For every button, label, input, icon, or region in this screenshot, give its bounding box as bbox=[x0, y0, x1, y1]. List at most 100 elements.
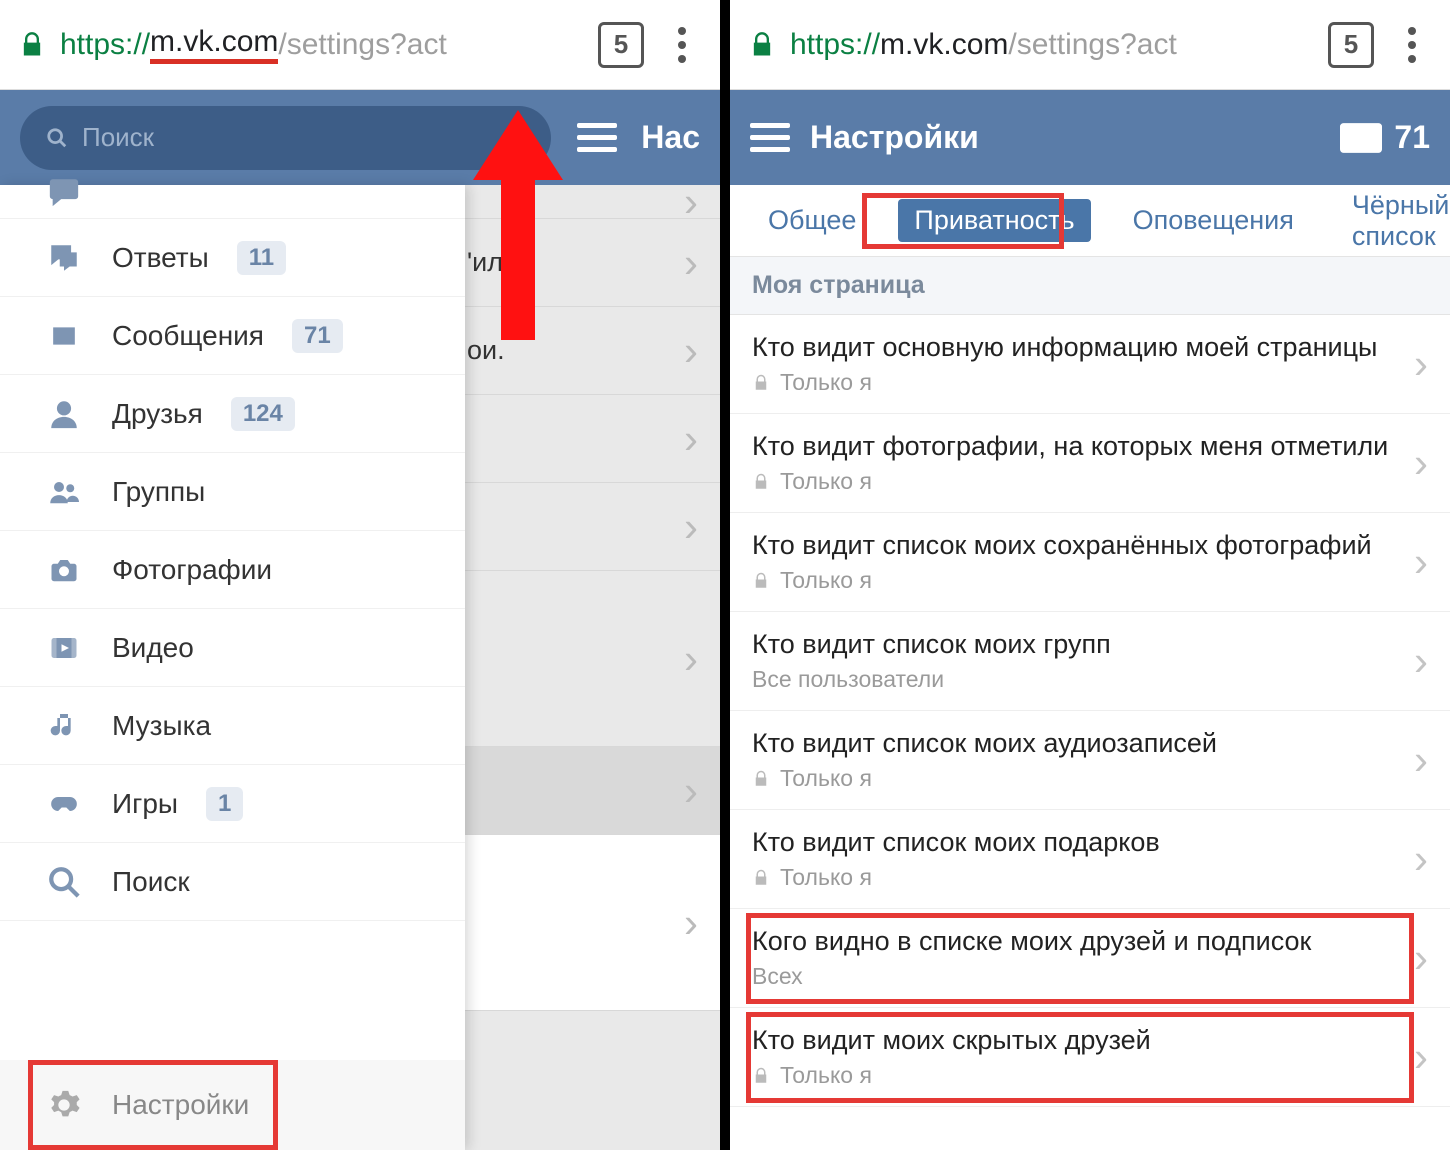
obscured-row[interactable]: › bbox=[465, 571, 720, 747]
search-icon bbox=[46, 127, 68, 149]
privacy-row[interactable]: Кто видит список моих подарковТолько я› bbox=[730, 810, 1450, 909]
sidebar-badge: 124 bbox=[231, 397, 295, 431]
sidebar-item-label: Музыка bbox=[112, 710, 211, 742]
groups-icon bbox=[44, 472, 84, 512]
browser-chrome-left: https://m.vk.com/settings?act 5 bbox=[0, 0, 720, 90]
sidebar-item-partial[interactable] bbox=[0, 185, 465, 219]
vk-header-left: Поиск Нас bbox=[0, 90, 720, 185]
chevron-right-icon: › bbox=[1414, 637, 1428, 685]
obscured-row[interactable]: › bbox=[465, 483, 720, 571]
search-input[interactable]: Поиск bbox=[20, 106, 551, 170]
page-title: Настройки bbox=[810, 119, 979, 156]
sidebar-item-label: Игры bbox=[112, 788, 178, 820]
chevron-right-icon: › bbox=[1414, 439, 1428, 487]
sidebar-badge: 11 bbox=[237, 241, 286, 275]
kebab-menu-icon[interactable] bbox=[662, 27, 702, 63]
sidebar-item-friends[interactable]: Друзья 124 bbox=[0, 375, 465, 453]
chevron-right-icon: › bbox=[1414, 340, 1428, 388]
gear-icon bbox=[44, 1085, 84, 1125]
left-screenshot: https://m.vk.com/settings?act 5 Поиск На… bbox=[0, 0, 720, 1150]
sidebar-item-messages[interactable]: Сообщения 71 bbox=[0, 297, 465, 375]
tab-privacy[interactable]: Приватность bbox=[898, 199, 1090, 242]
obscured-row[interactable]: ои.› bbox=[465, 307, 720, 395]
sidebar-footer: Настройки bbox=[0, 1060, 465, 1150]
tab-general[interactable]: Общее bbox=[752, 199, 872, 242]
privacy-row[interactable]: Кто видит фотографии, на которых меня от… bbox=[730, 414, 1450, 513]
privacy-row-title: Кто видит список моих подарков bbox=[752, 827, 1396, 858]
privacy-row[interactable]: Кто видит список моих сохранённых фотогр… bbox=[730, 513, 1450, 612]
mail-badge[interactable]: 71 bbox=[1340, 119, 1430, 156]
privacy-row[interactable]: Кого видно в списке моих друзей и подпис… bbox=[730, 909, 1450, 1008]
sidebar-item-music[interactable]: Музыка bbox=[0, 687, 465, 765]
obscured-row[interactable]: › bbox=[465, 185, 720, 219]
menu-icon[interactable] bbox=[750, 123, 790, 152]
sidebar-item-video[interactable]: Видео bbox=[0, 609, 465, 687]
sidebar-item-search[interactable]: Поиск bbox=[0, 843, 465, 921]
mail-icon bbox=[1340, 123, 1382, 153]
tab-count-value: 5 bbox=[614, 29, 628, 60]
url-host: m.vk.com bbox=[150, 25, 278, 64]
chevron-right-icon: › bbox=[1414, 934, 1428, 982]
mail-icon bbox=[44, 316, 84, 356]
privacy-row-title: Кто видит список моих сохранённых фотогр… bbox=[752, 530, 1396, 561]
section-header: Моя страница bbox=[730, 257, 1450, 315]
sidebar-item-settings[interactable]: Настройки bbox=[0, 1060, 465, 1150]
sidebar-item-photos[interactable]: Фотографии bbox=[0, 531, 465, 609]
sidebar: Ответы 11 Сообщения 71 Друзья 124 Группы bbox=[0, 185, 465, 1150]
lock-icon bbox=[752, 1067, 770, 1085]
sidebar-item-label: Группы bbox=[112, 476, 205, 508]
privacy-row-value: Всех bbox=[752, 963, 1396, 990]
chevron-right-icon: › bbox=[1414, 538, 1428, 586]
sidebar-item-label: Поиск bbox=[112, 866, 190, 898]
privacy-row-title: Кто видит моих скрытых друзей bbox=[752, 1025, 1396, 1056]
sidebar-item-groups[interactable]: Группы bbox=[0, 453, 465, 531]
settings-tabs: Общее Приватность Оповещения Чёрный спис… bbox=[730, 185, 1450, 257]
lock-icon bbox=[752, 770, 770, 788]
privacy-row-title: Кто видит фотографии, на которых меня от… bbox=[752, 431, 1396, 462]
tab-notifications[interactable]: Оповещения bbox=[1117, 199, 1310, 242]
tab-count-button[interactable]: 5 bbox=[1328, 22, 1374, 68]
menu-icon[interactable] bbox=[577, 123, 617, 152]
comment-icon bbox=[44, 172, 84, 212]
search-placeholder: Поиск bbox=[82, 122, 154, 153]
privacy-row-value: Только я bbox=[752, 369, 1396, 396]
url-host: m.vk.com bbox=[880, 28, 1008, 62]
privacy-row-title: Кто видит список моих групп bbox=[752, 629, 1396, 660]
url-box[interactable]: https://m.vk.com/settings?act bbox=[18, 25, 580, 64]
games-icon bbox=[44, 784, 84, 824]
url-path: /settings?act bbox=[278, 28, 446, 62]
url-https: https:// bbox=[790, 28, 880, 62]
browser-chrome-right: https://m.vk.com/settings?act 5 bbox=[730, 0, 1450, 90]
music-icon bbox=[44, 706, 84, 746]
friend-icon bbox=[44, 394, 84, 434]
mail-count: 71 bbox=[1394, 119, 1430, 156]
screenshot-divider bbox=[720, 0, 730, 1150]
sidebar-badge: 71 bbox=[292, 319, 343, 353]
sidebar-item-label: Ответы bbox=[112, 242, 209, 274]
obscured-row[interactable]: › bbox=[465, 747, 720, 835]
privacy-row[interactable]: Кто видит список моих аудиозаписейТолько… bbox=[730, 711, 1450, 810]
vk-header-right: Настройки 71 bbox=[730, 90, 1450, 185]
sidebar-item-label: Друзья bbox=[112, 398, 203, 430]
sidebar-item-games[interactable]: Игры 1 bbox=[0, 765, 465, 843]
privacy-row[interactable]: Кто видит основную информацию моей стран… bbox=[730, 315, 1450, 414]
tab-blacklist[interactable]: Чёрный список bbox=[1336, 184, 1450, 258]
lock-icon bbox=[748, 31, 776, 59]
privacy-row-title: Кто видит список моих аудиозаписей bbox=[752, 728, 1396, 759]
obscured-row[interactable]: 'ил.› bbox=[465, 219, 720, 307]
tab-count-button[interactable]: 5 bbox=[598, 22, 644, 68]
privacy-row[interactable]: Кто видит список моих групп Все пользоват… bbox=[730, 612, 1450, 711]
sidebar-item-answers[interactable]: Ответы 11 bbox=[0, 219, 465, 297]
url-path: /settings?act bbox=[1008, 28, 1176, 62]
chevron-right-icon: › bbox=[1414, 835, 1428, 883]
privacy-row-value: Все пользователи bbox=[752, 666, 1396, 693]
sidebar-item-label: Настройки bbox=[112, 1089, 249, 1121]
chevron-right-icon: › bbox=[1414, 1033, 1428, 1081]
url-box[interactable]: https://m.vk.com/settings?act bbox=[748, 28, 1310, 62]
search-icon bbox=[44, 862, 84, 902]
privacy-row[interactable]: Кто видит моих скрытых друзейТолько я› bbox=[730, 1008, 1450, 1107]
obscured-row[interactable]: › bbox=[465, 395, 720, 483]
kebab-menu-icon[interactable] bbox=[1392, 27, 1432, 63]
obscured-row[interactable]: › bbox=[465, 835, 720, 1011]
camera-icon bbox=[44, 550, 84, 590]
